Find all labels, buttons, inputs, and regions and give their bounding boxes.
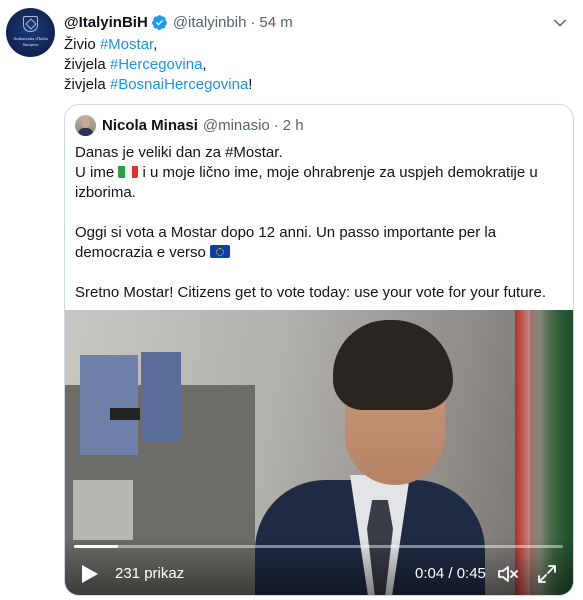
video-binder xyxy=(80,355,138,455)
eu-flag-icon xyxy=(210,245,231,258)
quoted-user-handle[interactable]: @minasio xyxy=(203,117,270,134)
text: Živio xyxy=(64,36,100,53)
separator-dot: · xyxy=(250,13,256,31)
quoted-tweet-text: Danas je veliki dan za #Mostar. U ime i … xyxy=(75,143,565,303)
user-handle[interactable]: @italyinbih xyxy=(173,14,247,31)
tweet-time[interactable]: 54 m xyxy=(259,14,292,31)
video-progress-fill xyxy=(74,545,118,548)
text: i u moje lično ime, moje ohrabrenje za u… xyxy=(138,164,538,181)
tweet-text: Živio #Mostar, živjela #Hercegovina, živ… xyxy=(64,35,252,95)
quoted-text-line: democrazia e verso xyxy=(75,243,565,263)
tweet-line: živjela #Hercegovina, xyxy=(64,55,252,75)
text: živjela xyxy=(64,56,110,73)
quoted-text-line: Sretno Mostar! Citizens get to vote toda… xyxy=(75,284,547,301)
italy-flag-icon xyxy=(118,165,139,178)
text: democrazia e verso xyxy=(75,244,211,261)
separator-dot: · xyxy=(273,116,279,134)
fullscreen-icon[interactable] xyxy=(535,562,559,586)
text: ! xyxy=(248,76,253,93)
text: , xyxy=(202,56,207,73)
tweet[interactable]: Ambasciata d'Italia Sarajevo @ItalyinBiH… xyxy=(0,0,583,600)
hashtag-link[interactable]: #Mostar xyxy=(100,36,153,53)
speaker-hair xyxy=(333,320,453,410)
tweet-line: živjela #BosnaiHercegovina! xyxy=(64,75,252,95)
play-icon[interactable] xyxy=(81,564,99,584)
video-progress-bar[interactable] xyxy=(74,545,563,548)
video-object xyxy=(110,408,140,420)
quoted-text-line: U ime i u moje lično ime, moje ohrabrenj… xyxy=(75,163,565,183)
tweet-line: Živio #Mostar, xyxy=(64,35,252,55)
embassy-emblem-icon xyxy=(23,16,38,32)
quoted-tweet[interactable]: Nicola Minasi @minasio · 2 h Danas je ve… xyxy=(64,104,574,596)
mute-icon[interactable] xyxy=(496,562,520,586)
chevron-down-icon[interactable] xyxy=(551,14,569,32)
quoted-text-line: Oggi si vota a Mostar dopo 12 anni. Un p… xyxy=(75,224,497,241)
avatar[interactable]: Ambasciata d'Italia Sarajevo xyxy=(6,8,55,57)
quoted-tweet-header: Nicola Minasi @minasio · 2 h xyxy=(75,114,304,136)
verified-badge-icon xyxy=(151,14,167,30)
quoted-text-line: izborima. xyxy=(75,184,136,201)
text: živjela xyxy=(64,76,110,93)
quoted-display-name[interactable]: Nicola Minasi xyxy=(102,117,198,134)
view-count: 231 prikaz xyxy=(115,565,185,582)
tweet-header: @ItalyinBiH @italyinbih · 54 m xyxy=(64,12,293,32)
video-time: 0:04 / 0:45 xyxy=(415,565,486,582)
text: U ime xyxy=(75,164,119,181)
text: , xyxy=(153,36,158,53)
video-player[interactable]: 231 prikaz 0:04 / 0:45 xyxy=(65,310,573,595)
quoted-avatar[interactable] xyxy=(75,114,96,136)
avatar-logo-text: Ambasciata d'Italia Sarajevo xyxy=(13,36,48,47)
video-binder xyxy=(141,352,181,442)
hashtag-link[interactable]: #Hercegovina xyxy=(110,56,203,73)
video-binder xyxy=(73,480,133,540)
quoted-text-line: Danas je veliki dan za #Mostar. xyxy=(75,144,283,161)
hashtag-link[interactable]: #BosnaiHercegovina xyxy=(110,76,248,93)
display-name[interactable]: @ItalyinBiH xyxy=(64,14,148,31)
quoted-tweet-time[interactable]: 2 h xyxy=(283,117,304,134)
